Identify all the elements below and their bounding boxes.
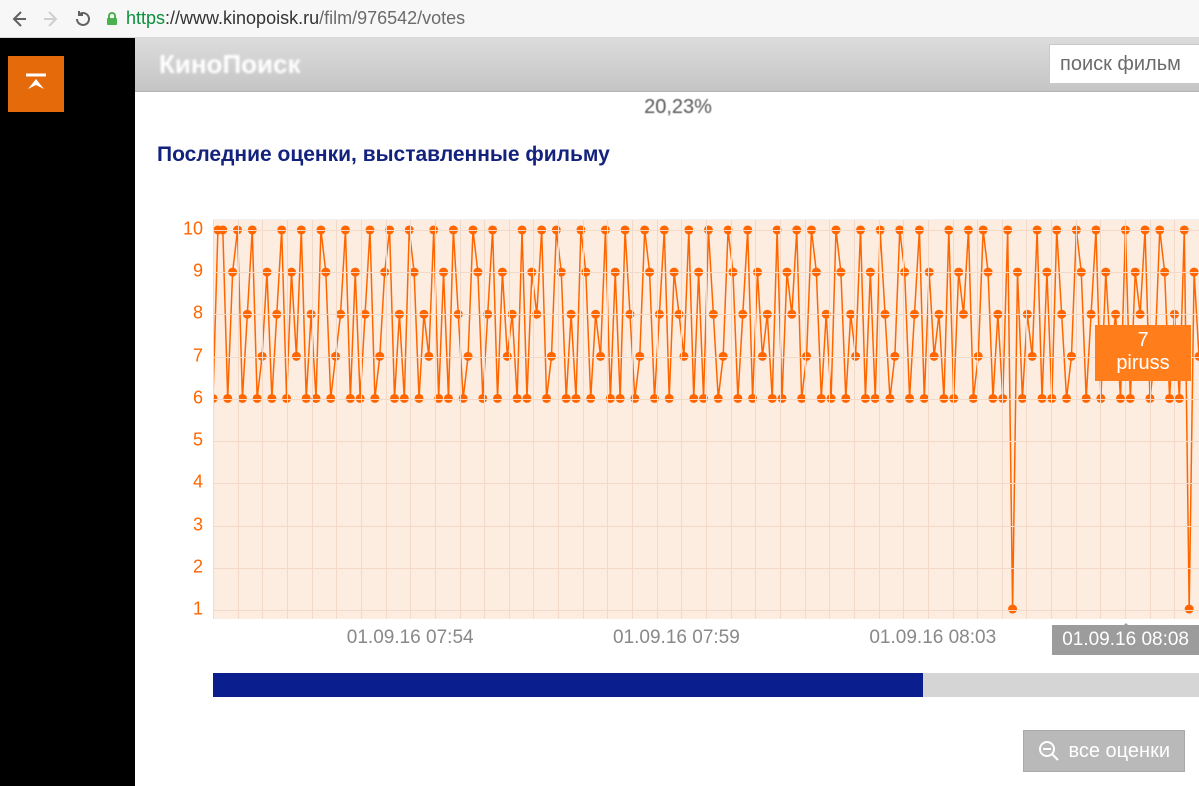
arrow-right-icon (41, 9, 61, 29)
search-input[interactable]: поиск фильм (1049, 44, 1199, 84)
arrow-up-icon (21, 69, 51, 99)
y-tick: 4 (193, 472, 203, 493)
lock-icon (104, 11, 120, 27)
x-tick: 01.09.16 07:54 (347, 627, 474, 649)
tooltip-value: 7 (1105, 329, 1181, 352)
browser-chrome: https://www.kinopoisk.ru/film/976542/vot… (0, 0, 1199, 38)
chart[interactable]: 7 piruss 01.09.16 08:08 01.09.16 07:5401… (157, 219, 1199, 649)
x-tick: 01.09.16 08:03 (869, 627, 996, 649)
y-tick: 8 (193, 303, 203, 324)
y-tick: 2 (193, 556, 203, 577)
url-host: ://www.kinopoisk.ru (165, 8, 319, 28)
left-gutter (0, 38, 135, 786)
stat-value: 20,23% (157, 96, 1199, 119)
scroll-to-top-button[interactable] (8, 56, 64, 112)
site-header: КиноПоиск поиск фильм (135, 38, 1199, 92)
reload-button[interactable] (72, 8, 94, 30)
y-tick: 1 (193, 599, 203, 620)
zoom-out-label: все оценки (1068, 740, 1170, 763)
main: КиноПоиск поиск фильм 20,23% Последние о… (135, 38, 1199, 786)
y-tick: 7 (193, 345, 203, 366)
address-bar[interactable]: https://www.kinopoisk.ru/film/976542/vot… (104, 8, 1191, 29)
reload-icon (73, 9, 93, 29)
x-axis-ticks: 01.09.16 07:54 01.09.16 07:59 01.09.16 08:… (213, 627, 1199, 657)
content: 20,23% Последние оценки, выставленные фи… (135, 96, 1199, 649)
y-tick: 9 (193, 261, 203, 282)
chart-plot-area[interactable] (213, 219, 1199, 619)
tooltip-user: piruss (1105, 352, 1181, 375)
x-tick: 01.09.16 07:59 (613, 627, 740, 649)
y-tick: 3 (193, 514, 203, 535)
url-proto: https (126, 8, 165, 28)
forward-button[interactable] (40, 8, 62, 30)
url-path: /film/976542/votes (319, 8, 465, 28)
y-tick: 10 (183, 219, 203, 240)
page: КиноПоиск поиск фильм 20,23% Последние о… (0, 38, 1199, 786)
arrow-left-icon (9, 9, 29, 29)
site-logo[interactable]: КиноПоиск (159, 49, 300, 80)
back-button[interactable] (8, 8, 30, 30)
chart-scrub-slider[interactable] (213, 673, 1199, 697)
y-tick: 5 (193, 430, 203, 451)
zoom-out-button[interactable]: все оценки (1023, 730, 1185, 772)
chart-scrub-filled (213, 673, 923, 697)
search-placeholder: поиск фильм (1060, 53, 1181, 76)
y-tick: 6 (193, 387, 203, 408)
chart-tooltip: 7 piruss (1095, 325, 1191, 381)
section-heading: Последние оценки, выставленные фильму (157, 143, 1199, 167)
zoom-out-icon (1038, 740, 1060, 762)
